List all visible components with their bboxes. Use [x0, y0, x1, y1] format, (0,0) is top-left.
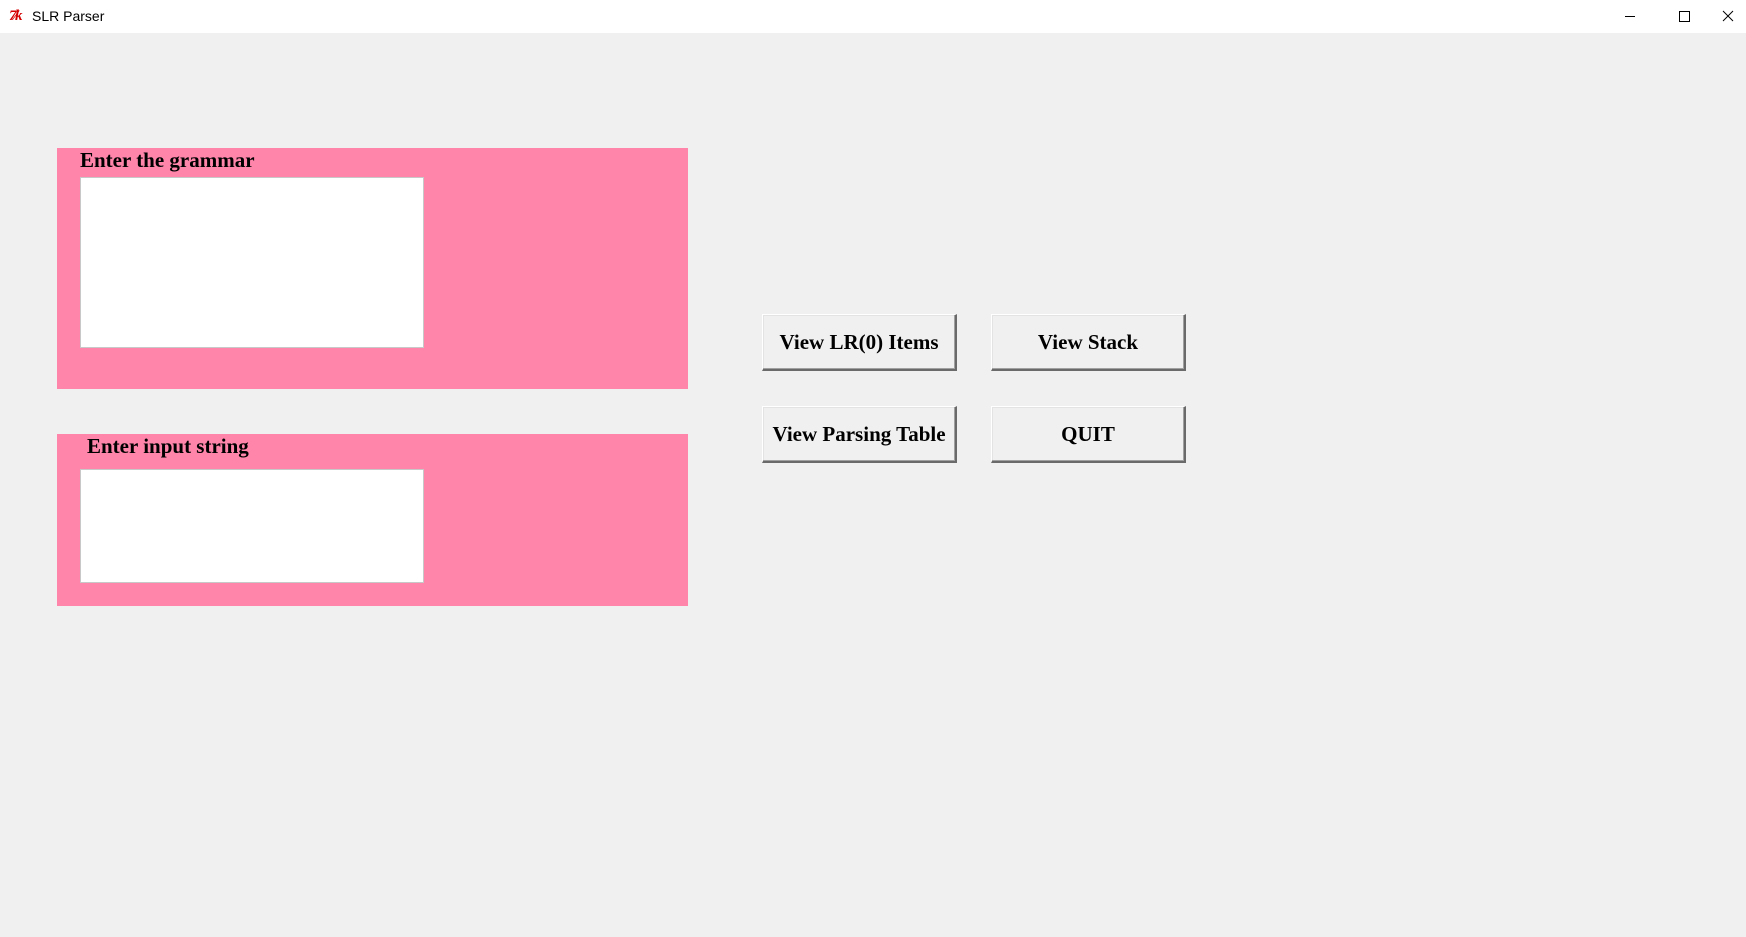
title-bar[interactable]: 7⁄k SLR Parser: [0, 0, 1746, 33]
maximize-icon: [1679, 11, 1690, 22]
quit-button[interactable]: QUIT: [991, 406, 1186, 463]
input-string-field[interactable]: [80, 469, 424, 583]
view-parsing-table-button[interactable]: View Parsing Table: [762, 406, 957, 463]
view-stack-button[interactable]: View Stack: [991, 314, 1186, 371]
close-icon: [1722, 10, 1734, 22]
input-string-label: Enter input string: [87, 434, 249, 458]
close-button[interactable]: [1711, 0, 1746, 33]
window-title: SLR Parser: [32, 8, 105, 24]
grammar-input[interactable]: [80, 177, 424, 348]
grammar-label: Enter the grammar: [80, 148, 255, 172]
slr-parser-window: 7⁄k SLR Parser Enter the grammar Enter i…: [0, 0, 1746, 937]
tk-feather-icon: 7⁄k: [9, 8, 23, 24]
view-lr0-items-button[interactable]: View LR(0) Items: [762, 314, 957, 371]
input-string-frame: Enter input string: [57, 434, 688, 606]
minimize-button[interactable]: [1603, 0, 1657, 33]
minimize-icon: [1625, 16, 1635, 17]
grammar-frame: Enter the grammar: [57, 148, 688, 389]
maximize-button[interactable]: [1657, 0, 1711, 33]
